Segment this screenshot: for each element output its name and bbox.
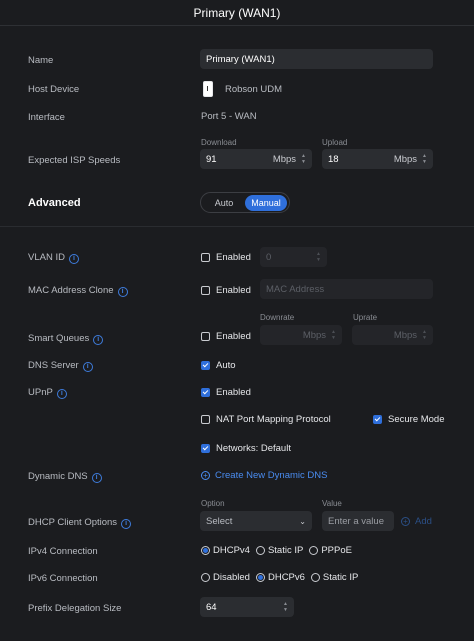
device-icon — [203, 81, 213, 97]
value-label: Value — [322, 499, 342, 508]
secure-mode-checkbox[interactable]: Secure Mode — [373, 414, 445, 425]
dhcp-option-select[interactable]: Select ⌄ — [200, 511, 312, 531]
radio-icon — [310, 573, 320, 582]
checkbox-checked-icon — [201, 388, 210, 397]
chevron-down-icon: ⌄ — [299, 516, 306, 526]
stepper-icon: ▲ ▼ — [331, 329, 336, 341]
networks-checkbox[interactable]: Networks: Default — [201, 443, 291, 454]
checkbox-checked-icon — [201, 361, 210, 370]
name-label: Name — [28, 55, 54, 66]
radio-icon — [201, 573, 210, 582]
stepper-icon[interactable]: ▲ ▼ — [422, 153, 427, 165]
dhcp-add-button[interactable]: + Add — [401, 516, 432, 527]
create-dynamic-dns-link[interactable]: + Create New Dynamic DNS — [201, 470, 327, 481]
ipv4-static-ip-radio[interactable]: Static IP — [255, 545, 303, 556]
plus-icon: + — [201, 471, 210, 480]
vlan-id-label: VLAN ID i — [28, 252, 79, 264]
downrate-input[interactable]: Mbps ▲ ▼ — [260, 325, 342, 345]
info-icon[interactable]: i — [121, 519, 132, 529]
page-title: Primary (WAN1) — [0, 0, 474, 26]
dynamic-dns-label: Dynamic DNS i — [28, 471, 102, 483]
download-input[interactable]: 91 Mbps ▲ ▼ — [200, 149, 312, 169]
smart-queues-enabled-checkbox[interactable]: Enabled — [201, 331, 251, 342]
name-input[interactable]: Primary (WAN1) — [200, 49, 433, 69]
ipv6-dhcpv6-radio[interactable]: DHCPv6 — [255, 572, 305, 583]
checkbox-icon — [201, 415, 210, 424]
upnp-enabled-checkbox[interactable]: Enabled — [201, 387, 251, 398]
vlan-id-input[interactable]: 0 ▲ ▼ — [260, 247, 327, 267]
stepper-icon[interactable]: ▲ ▼ — [283, 601, 288, 613]
download-unit: Mbps — [272, 153, 297, 165]
host-device-name: Robson UDM — [225, 83, 283, 95]
advanced-mode-toggle[interactable]: Auto Manual — [200, 192, 290, 213]
dhcp-options-label: DHCP Client Options i — [28, 517, 132, 529]
ipv4-connection-label: IPv4 Connection — [28, 546, 98, 557]
prefix-delegation-input[interactable]: 64 ▲ ▼ — [200, 597, 294, 617]
checkbox-icon — [201, 286, 210, 295]
vlan-enabled-checkbox[interactable]: Enabled — [201, 252, 251, 263]
uprate-label: Uprate — [353, 313, 378, 322]
upload-input[interactable]: 18 Mbps ▲ ▼ — [322, 149, 433, 169]
mode-auto-option[interactable]: Auto — [203, 195, 245, 211]
ipv6-static-ip-radio[interactable]: Static IP — [310, 572, 358, 583]
advanced-heading: Advanced — [28, 197, 81, 209]
ipv4-pppoe-radio[interactable]: PPPoE — [309, 545, 352, 556]
mode-manual-option[interactable]: Manual — [245, 194, 287, 211]
ipv6-disabled-radio[interactable]: Disabled — [201, 572, 250, 583]
radio-selected-icon — [201, 546, 210, 555]
interface-value: Port 5 - WAN — [201, 111, 257, 122]
isp-speeds-label: Expected ISP Speeds — [28, 155, 121, 166]
info-icon[interactable]: i — [68, 254, 79, 264]
info-icon[interactable]: i — [56, 389, 67, 399]
downrate-label: Downrate — [260, 313, 295, 322]
section-divider — [0, 226, 474, 227]
checkbox-checked-icon — [201, 444, 210, 453]
interface-label: Interface — [28, 112, 65, 123]
dhcp-value-input[interactable]: Enter a value — [322, 511, 394, 531]
checkbox-icon — [201, 253, 210, 262]
upload-value: 18 — [328, 153, 339, 165]
dns-server-label: DNS Server i — [28, 360, 93, 372]
ipv4-dhcpv4-radio[interactable]: DHCPv4 — [201, 545, 250, 556]
radio-icon — [309, 546, 319, 555]
ipv4-radio-group: DHCPv4 Static IP PPPoE — [201, 545, 352, 556]
upload-unit: Mbps — [393, 153, 418, 165]
info-icon[interactable]: i — [91, 473, 102, 483]
mac-clone-enabled-checkbox[interactable]: Enabled — [201, 285, 251, 296]
host-device-label: Host Device — [28, 84, 80, 95]
stepper-icon: ▲ ▼ — [422, 329, 427, 341]
uprate-input[interactable]: Mbps ▲ ▼ — [352, 325, 433, 345]
checkbox-checked-icon — [373, 415, 382, 424]
upnp-label: UPnP i — [28, 387, 67, 399]
smart-queues-label: Smart Queues i — [28, 333, 104, 345]
stepper-icon: ▲ ▼ — [316, 251, 321, 263]
info-icon[interactable]: i — [93, 335, 104, 345]
stepper-icon[interactable]: ▲ ▼ — [301, 153, 306, 165]
radio-selected-icon — [255, 573, 265, 582]
radio-icon — [255, 546, 265, 555]
mac-address-input[interactable]: MAC Address — [260, 279, 433, 299]
plus-icon: + — [401, 517, 410, 526]
download-value: 91 — [206, 153, 217, 165]
nat-pmp-checkbox[interactable]: NAT Port Mapping Protocol — [201, 414, 331, 425]
info-icon[interactable]: i — [117, 287, 128, 297]
ipv6-radio-group: Disabled DHCPv6 Static IP — [201, 572, 358, 583]
ipv6-connection-label: IPv6 Connection — [28, 573, 98, 584]
name-input-value: Primary (WAN1) — [206, 53, 275, 65]
prefix-delegation-label: Prefix Delegation Size — [28, 603, 122, 614]
download-label: Download — [201, 138, 237, 147]
option-label: Option — [201, 499, 225, 508]
upload-label: Upload — [322, 138, 348, 147]
checkbox-icon — [201, 332, 210, 341]
info-icon[interactable]: i — [82, 362, 93, 372]
dns-auto-checkbox[interactable]: Auto — [201, 360, 236, 371]
mac-clone-label: MAC Address Clone i — [28, 285, 128, 297]
host-device-value: Robson UDM — [203, 81, 282, 97]
